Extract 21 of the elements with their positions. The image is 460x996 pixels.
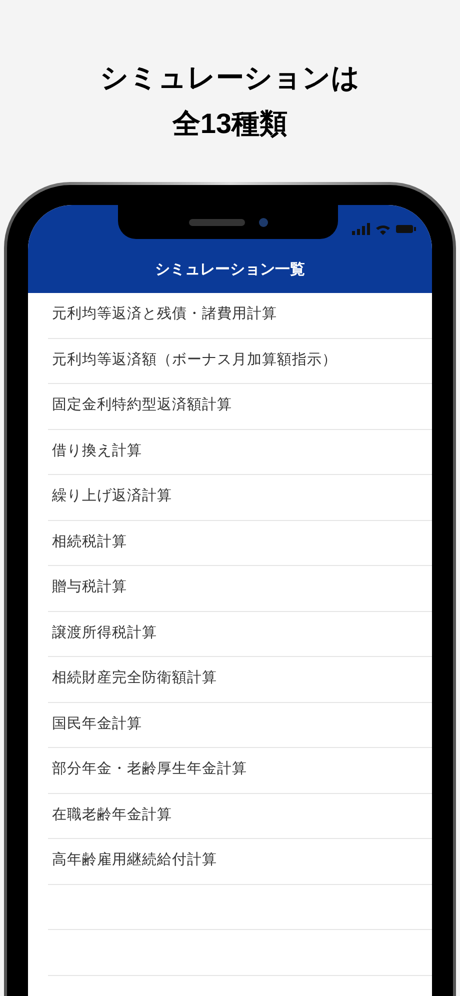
simulation-item[interactable]: 在職老齢年金計算: [52, 804, 172, 827]
signal-icon: [352, 223, 370, 235]
headline-text: シミュレーションは: [100, 61, 360, 95]
headline-text: 全13種類: [172, 107, 288, 141]
simulation-item[interactable]: 国民年金計算: [52, 714, 142, 736]
simulation-item[interactable]: 元利均等返済と残債・諸費用計算: [52, 304, 277, 326]
simulation-item[interactable]: 繰り上げ返済計算: [52, 486, 172, 508]
simulation-item[interactable]: 借り換え計算: [52, 440, 142, 463]
simulation-item[interactable]: 譲渡所得税計算: [52, 622, 157, 645]
simulation-item[interactable]: 元利均等返済額（ボーナス月加算額指示）: [52, 350, 337, 372]
simulation-item[interactable]: 高年齢雇用継続給付計算: [52, 850, 217, 872]
simulation-item[interactable]: 固定金利特約型返済額計算: [52, 395, 232, 418]
speaker-icon: [188, 218, 244, 226]
simulation-item[interactable]: 相続税計算: [52, 532, 127, 554]
screen-title: シミュレーション一覧: [155, 260, 305, 280]
simulation-item[interactable]: 贈与税計算: [52, 577, 127, 600]
simulation-item[interactable]: 相続財産完全防衛額計算: [52, 668, 217, 690]
camera-icon: [258, 218, 268, 226]
wifi-icon: [376, 224, 390, 234]
battery-icon: [396, 225, 416, 233]
simulation-item[interactable]: 部分年金・老齢厚生年金計算: [52, 759, 247, 782]
